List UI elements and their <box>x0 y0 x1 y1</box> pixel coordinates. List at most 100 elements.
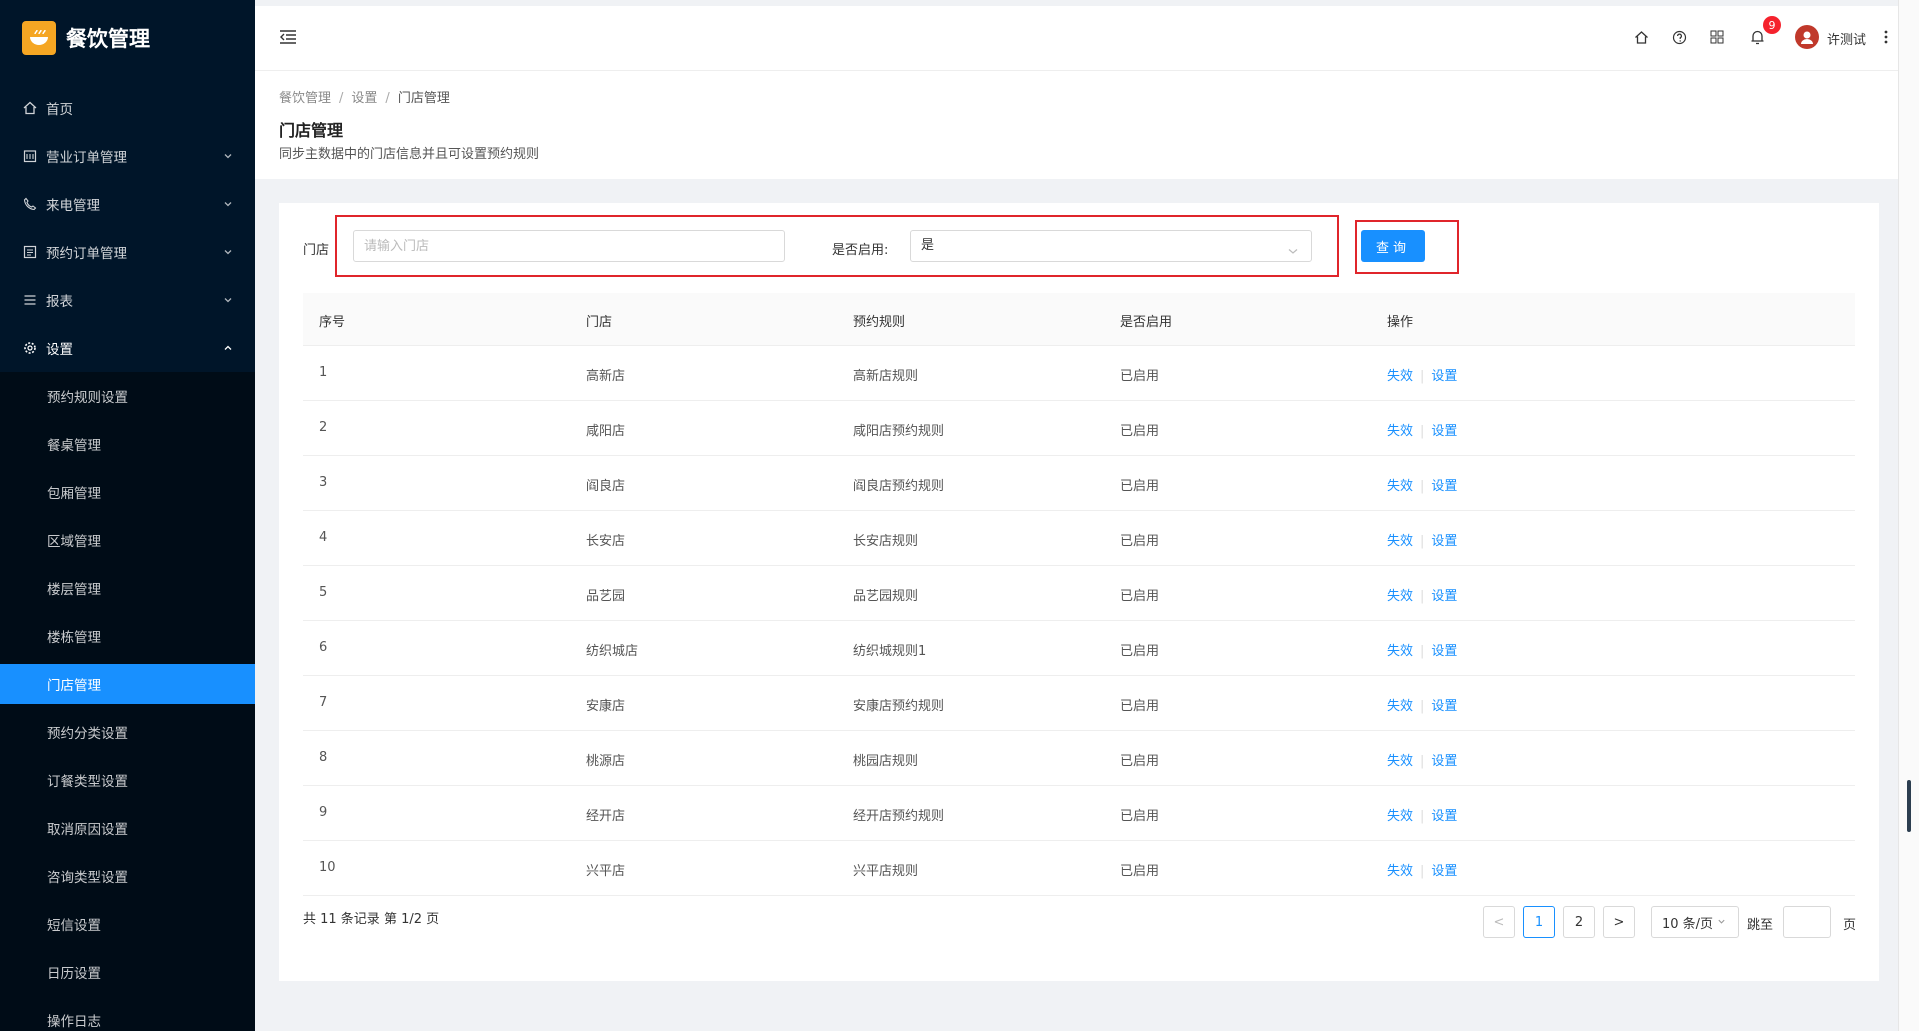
sidebar-subitem-floors[interactable]: 楼层管理 <box>0 568 255 608</box>
sidebar-subitem-calendar[interactable]: 日历设置 <box>0 952 255 992</box>
row-actions: 失效 | 设置 <box>1387 805 1457 824</box>
query-button[interactable]: 查询 <box>1361 230 1425 262</box>
grid-icon[interactable] <box>1706 26 1728 48</box>
reservation-rule: 咸阳店预约规则 <box>853 424 945 439</box>
prev-page-button[interactable]: < <box>1483 906 1515 938</box>
sidebar-item-reports[interactable]: 报表 <box>0 276 255 324</box>
reservation-rule: 纺织城规则1 <box>853 644 927 659</box>
sidebar-subitem-inquiry-types[interactable]: 咨询类型设置 <box>0 856 255 896</box>
sidebar-subitem-reservation-rules[interactable]: 预约规则设置 <box>0 376 255 416</box>
menu-fold-icon[interactable] <box>277 26 299 48</box>
settings-link[interactable]: 设置 <box>1431 479 1457 494</box>
sidebar-item-reservations[interactable]: 预约订单管理 <box>0 228 255 276</box>
sidebar-item-home[interactable]: 首页 <box>0 84 255 132</box>
enabled-filter-label: 是否启用: <box>832 243 889 258</box>
enabled-status: 已启用 <box>1120 479 1160 494</box>
sidebar-subitem-stores[interactable]: 门店管理 <box>0 664 255 704</box>
settings-link[interactable]: 设置 <box>1431 369 1457 384</box>
content-card: 门店 是否启用: 是 查询 序号 门店 预约规则 是否启用 操作 1 高新店 高新店… <box>279 203 1879 981</box>
settings-link[interactable]: 设置 <box>1431 864 1457 879</box>
action-divider: | <box>1420 644 1425 659</box>
sidebar-subitem-private-rooms[interactable]: 包厢管理 <box>0 472 255 512</box>
breadcrumb-item[interactable]: 设置 <box>351 91 377 106</box>
sidebar-item-label: 预约订单管理 <box>46 246 127 262</box>
page-title: 门店管理 <box>279 121 344 140</box>
sidebar-subitem-cancel-reasons[interactable]: 取消原因设置 <box>0 808 255 848</box>
settings-link[interactable]: 设置 <box>1431 754 1457 769</box>
table-row: 6 纺织城店 纺织城规则1 已启用 失效 | 设置 <box>303 621 1855 676</box>
disable-link[interactable]: 失效 <box>1387 589 1413 604</box>
sidebar-item-settings[interactable]: 设置 <box>0 324 255 372</box>
home-icon[interactable] <box>1630 26 1652 48</box>
disable-link[interactable]: 失效 <box>1387 369 1413 384</box>
column-header: 门店 <box>586 315 613 330</box>
sidebar-subitem-areas[interactable]: 区域管理 <box>0 520 255 560</box>
row-actions: 失效 | 设置 <box>1387 585 1457 604</box>
column-header: 操作 <box>1387 315 1414 330</box>
settings-link[interactable]: 设置 <box>1431 424 1457 439</box>
username[interactable]: 许测试 <box>1827 29 1866 48</box>
disable-link[interactable]: 失效 <box>1387 809 1413 824</box>
scrollbar-thumb[interactable] <box>1907 780 1911 832</box>
sidebar-item-calls[interactable]: 来电管理 <box>0 180 255 228</box>
sidebar-item-label: 预约分类设置 <box>47 726 128 742</box>
disable-link[interactable]: 失效 <box>1387 534 1413 549</box>
sidebar-subitem-reservation-categories[interactable]: 预约分类设置 <box>0 712 255 752</box>
settings-link[interactable]: 设置 <box>1431 534 1457 549</box>
jump-page-input[interactable] <box>1783 906 1831 938</box>
column-header: 预约规则 <box>853 315 906 330</box>
more-vertical-icon[interactable] <box>1880 26 1892 48</box>
disable-link[interactable]: 失效 <box>1387 479 1413 494</box>
app-title: 餐饮管理 <box>66 27 150 51</box>
column-header: 是否启用 <box>1120 315 1173 330</box>
enabled-select[interactable]: 是 <box>910 230 1312 262</box>
sidebar-item-label: 咨询类型设置 <box>47 870 128 886</box>
disable-link[interactable]: 失效 <box>1387 864 1413 879</box>
breadcrumb-separator: / <box>385 91 390 106</box>
store-search-input[interactable] <box>353 230 785 262</box>
sidebar-subitem-buildings[interactable]: 楼栋管理 <box>0 616 255 656</box>
enabled-status: 已启用 <box>1120 699 1160 714</box>
page-unit-label: 页 <box>1843 918 1857 933</box>
page-size-select[interactable]: 10 条/页 <box>1651 906 1739 938</box>
menu-icon <box>22 292 38 308</box>
row-actions: 失效 | 设置 <box>1387 860 1457 879</box>
sidebar-item-label: 首页 <box>46 102 73 118</box>
action-divider: | <box>1420 754 1425 769</box>
next-page-button[interactable]: > <box>1603 906 1635 938</box>
row-actions: 失效 | 设置 <box>1387 695 1457 714</box>
sidebar-item-label: 区域管理 <box>47 534 101 550</box>
sidebar-item-business-orders[interactable]: 营业订单管理 <box>0 132 255 180</box>
sidebar-subitem-tables[interactable]: 餐桌管理 <box>0 424 255 464</box>
settings-link[interactable]: 设置 <box>1431 589 1457 604</box>
disable-link[interactable]: 失效 <box>1387 644 1413 659</box>
sidebar-subitem-sms[interactable]: 短信设置 <box>0 904 255 944</box>
breadcrumb-item[interactable]: 餐饮管理 <box>279 91 331 106</box>
settings-link[interactable]: 设置 <box>1431 699 1457 714</box>
store-name: 高新店 <box>586 369 626 384</box>
row-number: 10 <box>319 860 336 875</box>
row-actions: 失效 | 设置 <box>1387 365 1457 384</box>
avatar[interactable] <box>1795 25 1819 49</box>
disable-link[interactable]: 失效 <box>1387 424 1413 439</box>
sidebar-subitem-operation-log[interactable]: 操作日志 <box>0 1000 255 1031</box>
disable-link[interactable]: 失效 <box>1387 754 1413 769</box>
row-number: 1 <box>319 365 328 380</box>
chevron-down-icon <box>223 245 233 261</box>
settings-link[interactable]: 设置 <box>1431 809 1457 824</box>
settings-link[interactable]: 设置 <box>1431 644 1457 659</box>
chevron-down-icon <box>223 197 233 213</box>
sidebar-subitem-order-types[interactable]: 订餐类型设置 <box>0 760 255 800</box>
scrollbar[interactable] <box>1898 0 1919 1031</box>
sidebar-item-label: 短信设置 <box>47 918 101 934</box>
page-button-2[interactable]: 2 <box>1563 906 1595 938</box>
help-icon[interactable] <box>1668 26 1690 48</box>
disable-link[interactable]: 失效 <box>1387 699 1413 714</box>
pagination-summary: 共 11 条记录 第 1/2 页 <box>303 912 440 927</box>
table-row: 10 兴平店 兴平店规则 已启用 失效 | 设置 <box>303 841 1855 896</box>
sidebar-item-label: 设置 <box>46 342 73 358</box>
page-button-1[interactable]: 1 <box>1523 906 1555 938</box>
chevron-down-icon <box>223 149 233 165</box>
table-row: 7 安康店 安康店预约规则 已启用 失效 | 设置 <box>303 676 1855 731</box>
reservation-rule: 品艺园规则 <box>853 589 919 604</box>
